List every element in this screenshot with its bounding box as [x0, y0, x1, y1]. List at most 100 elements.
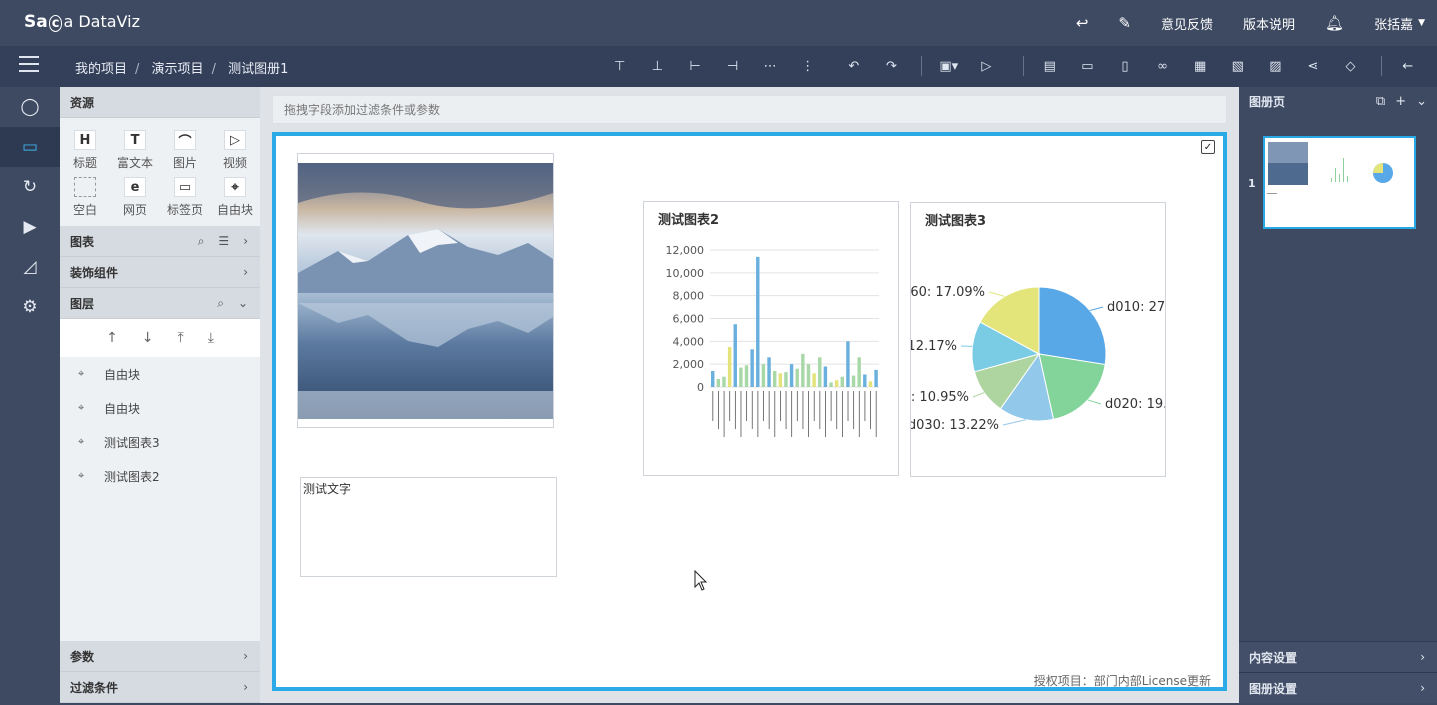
- back-arrow-icon[interactable]: ↩: [1076, 14, 1089, 32]
- chevron-right-icon[interactable]: ›: [1420, 681, 1425, 695]
- mobile-icon[interactable]: ▯: [1106, 56, 1144, 76]
- align-top-icon[interactable]: ⊤: [601, 56, 639, 76]
- pie-chart-widget[interactable]: 测试图表3 d010: 27. d020: 19. d030: 13.22%: 10…: [910, 202, 1166, 477]
- bar[interactable]: [744, 365, 749, 387]
- bar[interactable]: [812, 373, 816, 387]
- align-bottom-icon[interactable]: ⊥: [639, 56, 677, 76]
- bar[interactable]: [823, 366, 828, 387]
- page-thumbnail[interactable]: [1263, 136, 1416, 229]
- resource-video[interactable]: ▷ 视频: [210, 130, 260, 171]
- pie-slice[interactable]: [1038, 286, 1107, 366]
- decor-header[interactable]: 装饰组件 ›: [60, 257, 260, 288]
- resource-free-block[interactable]: ⌖ 自由块: [210, 177, 260, 218]
- chevron-right-icon[interactable]: ›: [243, 265, 248, 279]
- feedback-link[interactable]: 意见反馈: [1161, 14, 1213, 33]
- resource-blank[interactable]: 空白: [60, 177, 110, 218]
- move-up-icon[interactable]: ↑: [106, 330, 118, 346]
- distribute-vertical-icon[interactable]: ⋮: [789, 56, 827, 76]
- bar[interactable]: [711, 371, 715, 387]
- list-icon[interactable]: ☰: [218, 234, 229, 249]
- bar[interactable]: [874, 369, 878, 387]
- share-icon[interactable]: ⋖: [1294, 56, 1332, 76]
- play-icon[interactable]: ▷: [968, 56, 1006, 76]
- image-export-icon[interactable]: ▨: [1257, 56, 1295, 76]
- bar[interactable]: [778, 373, 783, 387]
- resource-heading[interactable]: H 标题: [60, 130, 110, 171]
- bar[interactable]: [834, 380, 839, 387]
- bar[interactable]: [716, 379, 721, 387]
- bar[interactable]: [801, 353, 805, 387]
- bar[interactable]: [868, 381, 873, 387]
- resource-webpage[interactable]: e 网页: [110, 177, 160, 218]
- charts-header[interactable]: 图表 ⌕ ☰ ›: [60, 226, 260, 257]
- monitor-icon[interactable]: ▭: [0, 127, 60, 167]
- bar[interactable]: [756, 256, 760, 387]
- bar[interactable]: [727, 347, 732, 387]
- bar[interactable]: [863, 374, 867, 387]
- release-notes-link[interactable]: 版本说明: [1243, 14, 1295, 33]
- bar[interactable]: [784, 372, 788, 387]
- distribute-horizontal-icon[interactable]: ⋯: [751, 56, 789, 76]
- move-bottom-icon[interactable]: ⤓: [208, 330, 214, 346]
- user-icon[interactable]: ◯: [0, 87, 60, 127]
- album-settings-header[interactable]: 图册设置 ›: [1239, 672, 1437, 703]
- save-icon[interactable]: ▣▾: [930, 56, 968, 76]
- chevron-right-icon[interactable]: ›: [243, 680, 248, 694]
- layer-item[interactable]: ⌖ 测试图表2: [60, 459, 260, 493]
- resource-rich-text[interactable]: T 富文本: [110, 130, 160, 171]
- bar[interactable]: [846, 341, 850, 387]
- bar[interactable]: [795, 368, 799, 387]
- line-chart-icon[interactable]: ◿: [0, 247, 60, 287]
- bar[interactable]: [750, 349, 754, 387]
- layer-item[interactable]: ⌖ 自由块: [60, 391, 260, 425]
- layer-item[interactable]: ⌖ 测试图表3: [60, 425, 260, 459]
- filters-header[interactable]: 过滤条件 ›: [60, 672, 260, 703]
- params-header[interactable]: 参数 ›: [60, 641, 260, 672]
- chevron-down-icon[interactable]: ⌄: [238, 296, 248, 311]
- search-icon[interactable]: ⌕: [198, 234, 205, 249]
- chevron-right-icon[interactable]: ›: [243, 649, 248, 663]
- chevron-right-icon[interactable]: ›: [243, 234, 248, 249]
- bar[interactable]: [772, 371, 777, 387]
- breadcrumb-demo-project[interactable]: 演示项目: [152, 62, 204, 77]
- edit-icon[interactable]: ✎: [1118, 14, 1131, 32]
- user-menu[interactable]: 张括嘉 ▼: [1374, 14, 1425, 33]
- filter-drop-zone[interactable]: 拖拽字段添加过滤条件或参数: [272, 95, 1227, 124]
- pdf-export-icon[interactable]: ▧: [1219, 56, 1257, 76]
- tag-icon[interactable]: ◇: [1332, 56, 1370, 76]
- settings-icon[interactable]: ⚙: [0, 287, 60, 327]
- text-widget[interactable]: 测试文字: [300, 477, 557, 577]
- resource-tab-page[interactable]: ▭ 标签页: [160, 177, 210, 218]
- excel-export-icon[interactable]: ▦: [1181, 56, 1219, 76]
- bar[interactable]: [857, 357, 861, 387]
- breadcrumb-my-projects[interactable]: 我的项目: [75, 62, 127, 77]
- add-page-icon[interactable]: +: [1395, 94, 1406, 109]
- undo-icon[interactable]: ↶: [835, 56, 873, 76]
- bar[interactable]: [806, 364, 811, 387]
- copy-page-icon[interactable]: ⧉: [1376, 94, 1385, 109]
- bell-icon[interactable]: 🔔︎: [1325, 14, 1344, 32]
- layers-header[interactable]: 图层 ⌕ ⌄: [60, 288, 260, 319]
- move-top-icon[interactable]: ⤒: [178, 330, 184, 346]
- layer-item[interactable]: ⌖ 自由块: [60, 357, 260, 391]
- bar[interactable]: [829, 382, 833, 387]
- move-down-icon[interactable]: ↓: [142, 330, 154, 346]
- bar[interactable]: [739, 367, 743, 387]
- image-widget[interactable]: [297, 153, 554, 428]
- refresh-icon[interactable]: ↻: [0, 167, 60, 207]
- chevron-down-icon[interactable]: ⌄: [1416, 94, 1427, 109]
- bar[interactable]: [722, 376, 726, 387]
- bar[interactable]: [840, 376, 844, 387]
- bar[interactable]: [767, 357, 771, 387]
- hamburger-menu-icon[interactable]: [19, 56, 39, 74]
- album-page[interactable]: ✓ 测试文字 测试图表2 0 2,000 4,000 6,000 8,000 1…: [272, 132, 1227, 691]
- bar-chart-widget[interactable]: 测试图表2 0 2,000 4,000 6,000 8,000 10,000 12,000: [643, 201, 899, 476]
- link-icon[interactable]: ∞: [1144, 56, 1182, 76]
- document-icon[interactable]: ▤: [1031, 56, 1069, 76]
- chevron-right-icon[interactable]: ›: [1420, 650, 1425, 664]
- align-right-icon[interactable]: ⊣: [714, 56, 752, 76]
- play-circle-icon[interactable]: ▶: [0, 207, 60, 247]
- content-settings-header[interactable]: 内容设置 ›: [1239, 641, 1437, 672]
- bar[interactable]: [818, 357, 822, 387]
- resource-image[interactable]: ⌒ 图片: [160, 130, 210, 171]
